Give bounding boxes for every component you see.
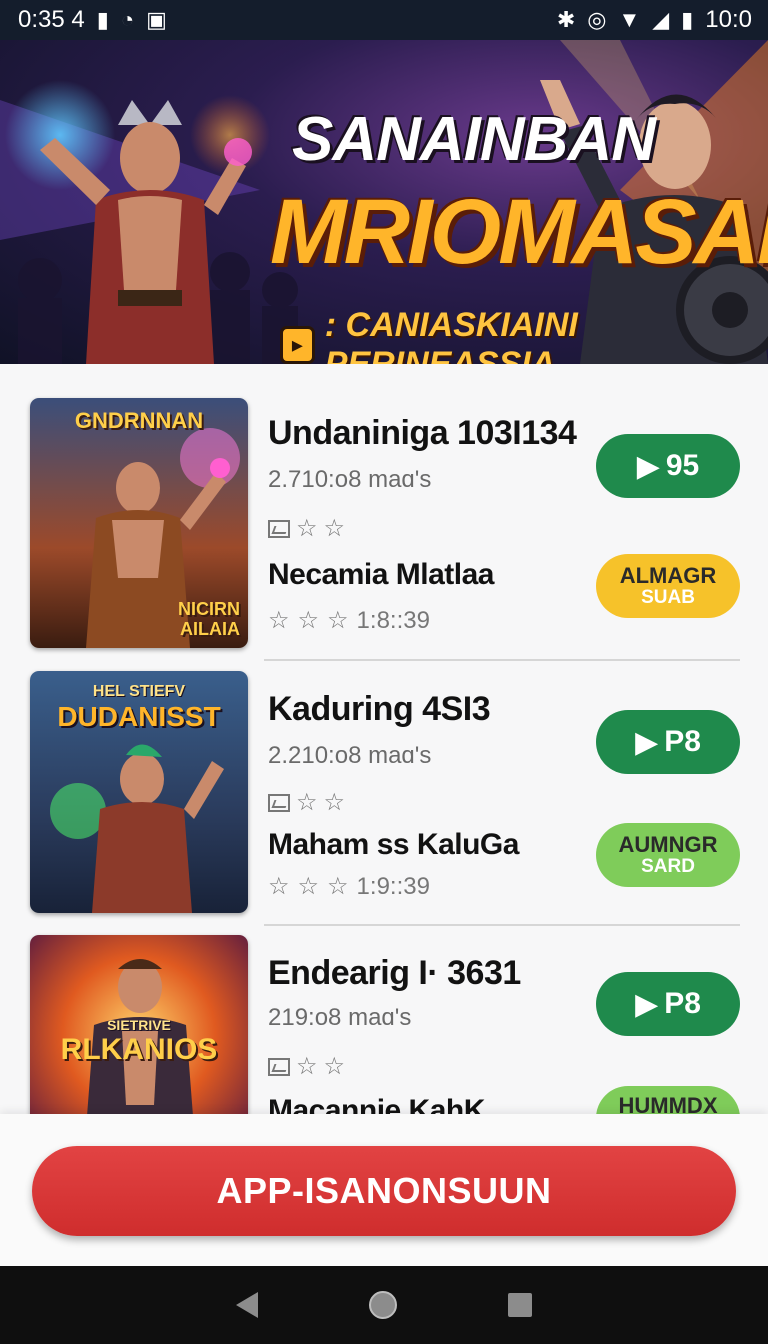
thumb-subtitle: SIETRIVE — [107, 1017, 171, 1033]
price-button-label: 95 — [665, 449, 700, 482]
banner-title-line1: SANAINBAN — [292, 105, 656, 174]
signal-icon: ◢ — [652, 7, 670, 32]
play-icon: ▶ — [635, 987, 659, 1021]
play-icon: ▶ — [636, 449, 660, 483]
star-icon: ☆ — [296, 1053, 318, 1080]
game-subtitle: Macannie KahK — [268, 1094, 485, 1114]
rating-row: ☆ ☆ — [268, 1052, 345, 1081]
game-title[interactable]: Endearig I· 3631 — [268, 954, 521, 993]
alarm-icon: ◎ — [587, 7, 607, 32]
pill-line2: SUAB — [641, 586, 695, 608]
game-meta: 2.710:o8 maɑ's — [268, 466, 432, 493]
thumb-subtitle: HEL STIEFV — [92, 683, 186, 700]
star-icon: ☆ — [327, 873, 349, 900]
banner-subtitle: ▸ : CANIASKIAINI PERINEASSIA — [280, 306, 768, 364]
bluetooth-icon: ✱ — [556, 7, 576, 32]
star-icon: ☆ — [297, 607, 320, 634]
star-icon: ☆ — [268, 607, 290, 634]
game-subtitle: Maham ss KaluGa — [268, 828, 519, 861]
price-button[interactable]: ▶ 95 — [596, 434, 740, 498]
status-time: 0:35 4 — [18, 6, 85, 33]
game-thumbnail[interactable]: SIETRIVE RLKANIOS — [30, 935, 248, 1114]
rating-row: ☆ ☆ — [268, 788, 345, 817]
rating-meta-row: ☆ ☆ ☆ 1:9::39 — [268, 872, 430, 901]
star-icon: ☆ — [323, 515, 346, 542]
wifi-icon: ▼ — [618, 7, 641, 32]
thumb-title: RLKANIOS — [60, 1033, 218, 1066]
banner-subtitle-text: : CANIASKIAINI PERINEASSIA — [324, 306, 578, 364]
status-pill-button[interactable]: ALMAGR SUAB — [596, 554, 740, 618]
primary-cta-button[interactable]: APP-ISANONSUUN — [32, 1146, 736, 1236]
game-thumbnail[interactable]: GNDRNNAN NICIRN AILAIA — [30, 398, 248, 648]
status-right-text: 10:0 — [705, 6, 752, 33]
media-icon: ▣ — [146, 7, 167, 32]
price-button[interactable]: ▶ P8 — [596, 710, 740, 774]
game-subtitle: Necamia Mlatlaa — [268, 558, 494, 591]
thumb-title: GNDRNNAN — [74, 408, 204, 433]
rating-meta-row: ☆ ☆ ☆ 1:8::39 — [268, 606, 430, 635]
game-meta: 2.210:o8 maɑ's — [268, 742, 432, 769]
bottom-action-bar: APP-ISANONSUUN — [0, 1114, 768, 1266]
home-icon[interactable] — [368, 1291, 397, 1319]
thumb-corner-text: NICIRN AILAIA — [178, 599, 240, 640]
status-pill-button[interactable]: AUMNGR SARD — [596, 823, 740, 887]
star-icon: ☆ — [296, 789, 318, 816]
coin-icon: ▸ — [280, 326, 315, 364]
chart-icon — [268, 519, 290, 538]
game-title[interactable]: Kaduring 4SI3 — [268, 690, 491, 729]
play-icon: ▶ — [635, 725, 659, 759]
price-button-label: P8 — [664, 725, 701, 758]
system-nav-bar — [0, 1266, 768, 1344]
price-button[interactable]: ▶ P8 — [596, 972, 740, 1036]
star-icon: ☆ — [296, 515, 318, 542]
hero-banner[interactable]: SANAINBAN MRIOMASAN ▸ : CANIASKIAINI PER… — [0, 40, 768, 364]
chart-icon — [268, 1057, 290, 1076]
star-icon: ☆ — [323, 1053, 346, 1080]
sim-icon: ▮ — [96, 7, 109, 32]
status-pill-button[interactable]: HUMMDX — [596, 1086, 740, 1114]
star-icon: ☆ — [327, 607, 349, 634]
rating-row: ☆ ☆ — [268, 514, 345, 543]
thumb-title: DUDANISST — [57, 701, 221, 732]
pill-line1: ALMAGR — [619, 563, 717, 589]
pill-line1: AUMNGR — [618, 832, 718, 858]
game-list[interactable]: GNDRNNAN NICIRN AILAIA Undaniniga 103I13… — [0, 364, 768, 1114]
pill-line1: HUMMDX — [618, 1093, 718, 1114]
divider — [264, 924, 740, 926]
battery-icon: ▮ — [681, 7, 694, 32]
price-button-label: P8 — [664, 987, 701, 1020]
star-icon: ☆ — [268, 873, 290, 900]
pill-line2: SARD — [641, 855, 695, 877]
game-meta: 219:o8 maɑ's — [268, 1004, 412, 1031]
banner-title-line2: MRIOMASAN — [270, 181, 768, 283]
recent-apps-icon[interactable] — [508, 1293, 533, 1317]
rating-meta-text: 1:8::39 — [356, 606, 430, 634]
game-thumbnail[interactable]: HEL STIEFV DUDANISST — [30, 671, 248, 913]
chart-icon — [268, 793, 290, 812]
status-bar: 0:35 4 ▮ ◔ ▣ ✱ ◎ ▼ ◢ ▮ 10:0 — [0, 0, 768, 40]
game-title[interactable]: Undaniniga 103I134 — [268, 414, 577, 453]
back-icon[interactable] — [235, 1292, 258, 1318]
star-icon: ☆ — [323, 789, 346, 816]
rating-meta-text: 1:9::39 — [356, 872, 430, 900]
divider — [264, 659, 740, 661]
circle-status-icon: ◔ — [120, 7, 135, 32]
star-icon: ☆ — [297, 873, 320, 900]
